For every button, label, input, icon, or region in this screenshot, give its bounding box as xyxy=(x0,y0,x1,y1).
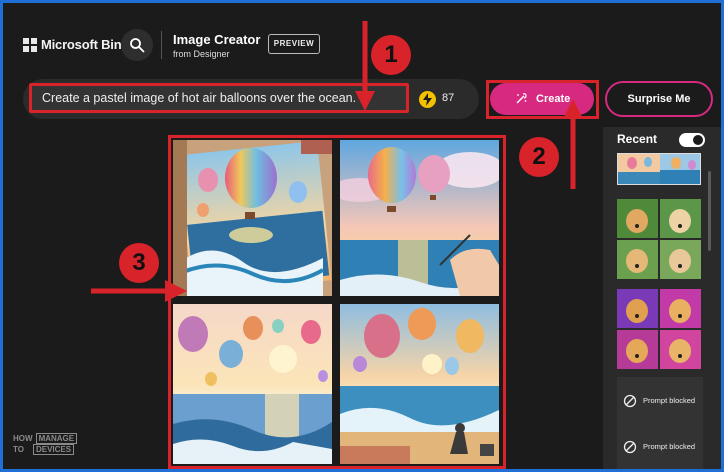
prompt-bar: Create a pastel image of hot air balloon… xyxy=(23,79,479,119)
recent-scrollbar[interactable] xyxy=(708,171,711,251)
app-window: Microsoft Bing Image Creator from Design… xyxy=(3,3,721,469)
balloon-painting-image xyxy=(173,140,332,296)
annotation-badge-3: 3 xyxy=(119,243,159,283)
recent-item-balloons[interactable] xyxy=(617,153,701,185)
generated-image-2[interactable] xyxy=(340,140,499,296)
balloon-painting-image xyxy=(340,304,499,464)
magic-wand-icon xyxy=(516,93,527,104)
recent-item-dogs[interactable] xyxy=(617,199,701,279)
blocked-label: Prompt blocked xyxy=(643,442,696,451)
recent-item-pink-dogs[interactable] xyxy=(617,289,701,369)
balloon-thumbnail-image xyxy=(618,154,700,184)
recent-toggle[interactable] xyxy=(679,133,705,147)
boost-coin-icon[interactable] xyxy=(419,91,436,108)
boost-count: 87 xyxy=(442,92,455,104)
dog-thumbnail-image xyxy=(617,289,701,369)
annotation-badge-2: 2 xyxy=(519,137,559,177)
annotation-badge-1: 1 xyxy=(371,35,411,75)
product-title[interactable]: Image Creator xyxy=(173,32,260,47)
recent-title: Recent xyxy=(617,132,658,146)
search-button[interactable] xyxy=(121,29,153,61)
generated-image-4[interactable] xyxy=(340,304,499,464)
blocked-icon xyxy=(623,394,637,408)
product-subtitle: from Designer xyxy=(173,49,230,59)
header-divider xyxy=(161,31,162,59)
blocked-icon xyxy=(623,440,637,454)
balloon-painting-image xyxy=(173,304,332,464)
microsoft-logo-icon[interactable] xyxy=(23,38,37,52)
arrow-right-icon xyxy=(91,280,187,302)
prompt-input[interactable]: Create a pastel image of hot air balloon… xyxy=(29,83,409,113)
balloon-painting-image xyxy=(340,140,499,296)
search-icon xyxy=(130,38,145,53)
arrow-down-icon xyxy=(355,21,375,111)
recent-item-blocked[interactable]: Prompt blocked xyxy=(617,377,703,423)
recent-item-blocked[interactable]: Prompt blocked xyxy=(617,423,703,469)
watermark-logo: HOW MANAGE TO DEVICES xyxy=(13,433,78,455)
bing-brand-link[interactable]: Microsoft Bing xyxy=(41,37,129,52)
lightning-icon xyxy=(423,93,432,106)
dog-thumbnail-image xyxy=(617,199,701,279)
arrow-up-icon xyxy=(563,99,583,189)
recent-panel: Recent Prompt blocked Prompt blocked xyxy=(603,127,721,469)
generated-image-1[interactable] xyxy=(173,140,332,296)
generated-image-3[interactable] xyxy=(173,304,332,464)
preview-badge: PREVIEW xyxy=(268,34,320,54)
surprise-me-button[interactable]: Surprise Me xyxy=(605,81,713,117)
blocked-label: Prompt blocked xyxy=(643,396,696,405)
